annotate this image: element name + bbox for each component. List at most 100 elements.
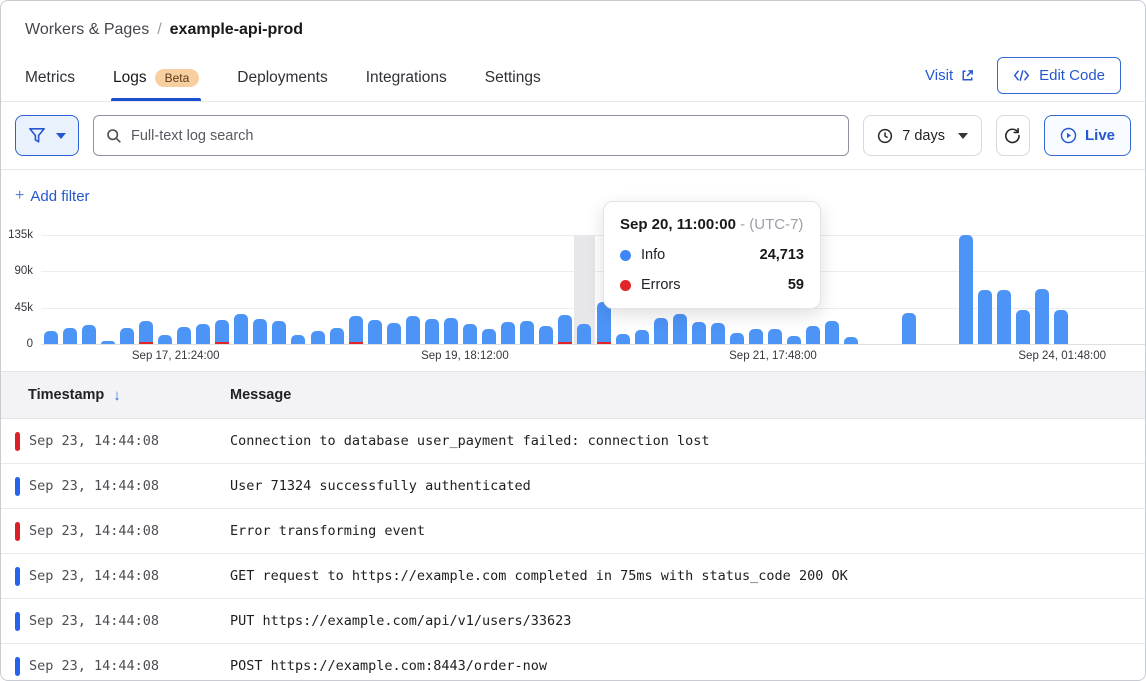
info-dot-icon [620,250,631,261]
chart-bar[interactable] [215,320,229,344]
tabs-row: Metrics Logs Beta Deployments Integratio… [25,61,1121,101]
chart-bar[interactable] [997,290,1011,344]
chart-bar[interactable] [234,314,248,344]
chart-bar[interactable] [635,330,649,344]
chart-bar[interactable] [291,335,305,344]
chart-bar[interactable] [139,321,153,344]
chart-bar[interactable] [806,326,820,344]
chart-bar[interactable] [120,328,134,344]
chart-bar[interactable] [616,334,630,344]
chart-bar[interactable] [673,314,687,344]
chart-bar[interactable] [959,235,973,344]
edit-code-label: Edit Code [1039,67,1105,84]
log-row[interactable]: Sep 23, 14:44:08Error transforming event [1,509,1145,554]
chart-bar[interactable] [1054,310,1068,344]
chart-bar[interactable] [330,328,344,344]
log-message: POST https://example.com:8443/order-now [210,658,547,674]
chart-bar[interactable] [844,337,858,344]
chart-bar[interactable] [825,321,839,344]
chart-bar[interactable] [44,331,58,344]
log-search-box[interactable] [93,115,849,156]
chart-bar[interactable] [654,318,668,344]
log-row[interactable]: Sep 23, 14:44:08User 71324 successfully … [1,464,1145,509]
chart-bar[interactable] [387,323,401,344]
tooltip-title: Sep 20, 11:00:00 - (UTC-7) [620,216,804,233]
chart-bar[interactable] [749,329,763,344]
chart-bar[interactable] [177,327,191,344]
chart-bar[interactable] [692,322,706,344]
chevron-down-icon [958,133,968,139]
log-row[interactable]: Sep 23, 14:44:08GET request to https://e… [1,554,1145,599]
chart-bar[interactable] [425,319,439,344]
live-button[interactable]: Live [1044,115,1131,156]
chart-bar-error-segment [597,342,611,344]
chart-bar[interactable] [101,341,115,344]
chart-plot-area[interactable]: 135k 90k 45k 0 [41,235,1145,344]
tab-deployments[interactable]: Deployments [237,61,327,101]
tooltip-errors-label: Errors [641,277,680,293]
play-circle-icon [1060,127,1077,144]
chart-bar[interactable] [902,313,916,344]
tab-logs[interactable]: Logs Beta [113,61,199,101]
tab-metrics[interactable]: Metrics [25,61,75,101]
y-axis-tick: 90k [0,265,33,277]
log-row[interactable]: Sep 23, 14:44:08PUT https://example.com/… [1,599,1145,644]
visit-link[interactable]: Visit [925,67,975,84]
search-input[interactable] [131,128,836,144]
chart-bar[interactable] [539,326,553,344]
chart-bar[interactable] [158,335,172,344]
chart-tooltip: Sep 20, 11:00:00 - (UTC-7) Info 24,713 E… [603,201,821,309]
chart-bar[interactable] [196,324,210,344]
chart-bar-error-segment [349,342,363,344]
chart-bar[interactable] [978,290,992,344]
chart-bar[interactable] [368,320,382,344]
tab-integrations[interactable]: Integrations [366,61,447,101]
tooltip-errors-value: 59 [788,277,804,293]
chart-bar[interactable] [711,323,725,344]
filter-menu-button[interactable] [15,115,79,156]
tooltip-info-value: 24,713 [760,247,804,263]
time-range-dropdown[interactable]: 7 days [863,115,982,156]
log-row[interactable]: Sep 23, 14:44:08POST https://example.com… [1,644,1145,681]
y-axis-tick: 0 [0,338,33,350]
workers-logs-page: Workers & Pages / example-api-prod Metri… [0,0,1146,681]
tab-bar: Metrics Logs Beta Deployments Integratio… [25,61,541,101]
chart-bar[interactable] [406,316,420,344]
breadcrumb-workers-pages[interactable]: Workers & Pages [25,21,149,39]
y-axis-tick: 135k [0,229,33,241]
tab-settings[interactable]: Settings [485,61,541,101]
x-axis-tick: Sep 24, 01:48:00 [1018,350,1106,362]
chart-bar[interactable] [82,325,96,344]
chart-bar[interactable] [1035,289,1049,344]
breadcrumb-separator: / [157,21,161,39]
tooltip-info-label: Info [641,247,665,263]
edit-code-button[interactable]: Edit Code [997,57,1121,94]
log-row[interactable]: Sep 23, 14:44:08Connection to database u… [1,419,1145,464]
y-axis-tick: 45k [0,302,33,314]
chart-bar[interactable] [520,321,534,344]
sort-descending-icon[interactable]: ↓ [113,387,121,404]
log-timestamp: Sep 23, 14:44:08 [20,433,210,449]
chart-bar[interactable] [311,331,325,344]
chart-bar[interactable] [482,329,496,344]
chart-bar[interactable] [463,324,477,344]
chart-bar[interactable] [1016,310,1030,344]
chart-bar[interactable] [501,322,515,344]
chart-bar[interactable] [253,319,267,344]
chart-bar[interactable] [272,321,286,344]
x-axis-tick: Sep 19, 18:12:00 [421,350,509,362]
chart-bar[interactable] [558,315,572,344]
visit-label: Visit [925,67,953,84]
chart-bar[interactable] [787,336,801,344]
add-filter-button[interactable]: + Add filter [15,187,90,205]
tooltip-errors-row: Errors 59 [620,277,804,293]
chart-bar[interactable] [768,329,782,344]
chart-bar[interactable] [349,316,363,344]
chart-bar[interactable] [577,324,591,344]
timestamp-column-header[interactable]: Timestamp ↓ [1,387,210,404]
chart-bar-error-segment [139,342,153,344]
refresh-button[interactable] [996,115,1030,156]
chart-bar[interactable] [730,333,744,344]
chart-bar[interactable] [444,318,458,344]
chart-bar[interactable] [63,328,77,344]
